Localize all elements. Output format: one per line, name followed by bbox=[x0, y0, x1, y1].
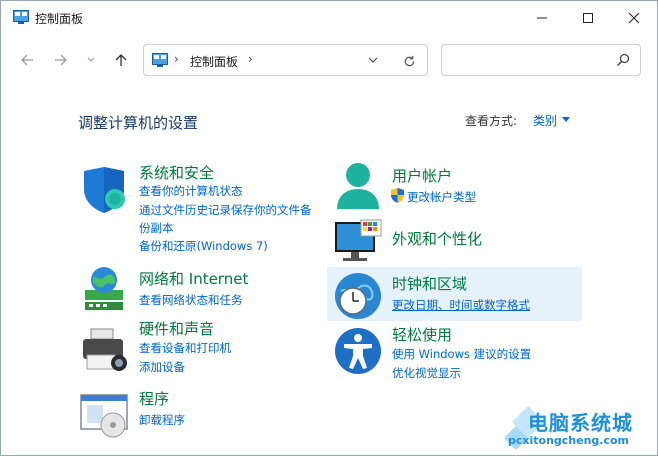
breadcrumb-control-panel[interactable]: 控制面板 bbox=[190, 53, 238, 70]
link-file-history-backup[interactable]: 通过文件历史记录保存你的文件备 bbox=[139, 202, 312, 218]
watermark-subtitle: pcxitongcheng.com bbox=[508, 434, 630, 447]
security-shield-icon[interactable] bbox=[79, 165, 129, 215]
link-add-device[interactable]: 添加设备 bbox=[139, 359, 185, 375]
recent-locations-button[interactable] bbox=[83, 48, 99, 72]
link-view-computer-status[interactable]: 查看你的计算机状态 bbox=[139, 183, 243, 199]
programs-icon[interactable] bbox=[79, 391, 129, 441]
chevron-down-icon bbox=[368, 57, 378, 63]
title-bar: 控制面板 bbox=[1, 1, 657, 35]
uac-shield-icon bbox=[391, 188, 404, 203]
clock-globe-icon[interactable] bbox=[333, 271, 383, 321]
link-windows-suggested-settings[interactable]: 使用 Windows 建议的设置 bbox=[392, 346, 531, 362]
category-hardware-sound[interactable]: 硬件和声音 bbox=[139, 318, 214, 339]
link-change-account-type[interactable]: 更改帐户类型 bbox=[407, 189, 476, 205]
forward-button[interactable] bbox=[49, 48, 73, 72]
view-by-label: 查看方式: bbox=[465, 114, 518, 128]
category-programs[interactable]: 程序 bbox=[139, 388, 169, 409]
link-backup-restore[interactable]: 备份和还原(Windows 7) bbox=[139, 238, 268, 254]
address-bar[interactable]: › 控制面板 › bbox=[143, 44, 428, 76]
control-panel-window: 控制面板 › 控制面板 › 调整计算机的设置 查看方式: 类别 系统和安全 查看… bbox=[0, 0, 658, 456]
category-clock-region[interactable]: 时钟和区域 bbox=[392, 273, 467, 294]
chevron-down-icon bbox=[87, 57, 95, 62]
caret-down-icon[interactable] bbox=[562, 117, 570, 122]
link-uninstall-program[interactable]: 卸载程序 bbox=[139, 412, 185, 428]
user-accounts-icon[interactable] bbox=[333, 161, 383, 211]
category-user-accounts[interactable]: 用户帐户 bbox=[392, 165, 452, 186]
link-file-history-backup-cont[interactable]: 份副本 bbox=[139, 220, 174, 236]
arrow-up-icon bbox=[115, 54, 127, 66]
navigation-bar: › 控制面板 › bbox=[1, 35, 657, 87]
accessibility-icon[interactable] bbox=[333, 326, 383, 376]
arrow-right-icon bbox=[55, 54, 67, 66]
category-ease-of-access[interactable]: 轻松使用 bbox=[392, 324, 452, 345]
refresh-icon bbox=[404, 55, 414, 66]
link-network-status[interactable]: 查看网络状态和任务 bbox=[139, 292, 243, 308]
up-button[interactable] bbox=[109, 48, 133, 72]
search-input[interactable] bbox=[441, 44, 641, 76]
breadcrumb-chevron-icon[interactable]: › bbox=[174, 52, 179, 66]
window-title: 控制面板 bbox=[35, 12, 84, 26]
control-panel-icon bbox=[152, 53, 168, 67]
view-by-dropdown[interactable]: 类别 bbox=[533, 112, 557, 129]
link-optimize-visual-display[interactable]: 优化视觉显示 bbox=[392, 365, 461, 381]
arrow-left-icon bbox=[21, 54, 33, 66]
maximize-icon bbox=[583, 13, 593, 23]
category-appearance[interactable]: 外观和个性化 bbox=[392, 228, 482, 249]
appearance-monitor-icon[interactable] bbox=[333, 218, 383, 268]
breadcrumb-chevron-icon[interactable]: › bbox=[248, 52, 253, 66]
category-network-internet[interactable]: 网络和 Internet bbox=[139, 268, 248, 289]
watermark-title: 电脑系统城 bbox=[528, 411, 633, 435]
search-icon bbox=[616, 53, 630, 67]
network-globe-icon[interactable] bbox=[79, 264, 129, 314]
close-button[interactable] bbox=[611, 1, 657, 35]
minimize-button[interactable] bbox=[519, 1, 565, 35]
category-system-security[interactable]: 系统和安全 bbox=[139, 162, 214, 183]
control-panel-app-icon bbox=[13, 10, 29, 24]
close-icon bbox=[628, 12, 640, 24]
page-heading: 调整计算机的设置 bbox=[78, 114, 199, 132]
refresh-button[interactable] bbox=[399, 51, 419, 71]
link-devices-printers[interactable]: 查看设备和打印机 bbox=[139, 340, 231, 356]
printer-icon[interactable] bbox=[79, 325, 129, 375]
address-dropdown-button[interactable] bbox=[364, 51, 382, 69]
minimize-icon bbox=[537, 17, 547, 19]
link-change-date-time-format[interactable]: 更改日期、时间或数字格式 bbox=[392, 297, 530, 313]
back-button[interactable] bbox=[15, 48, 39, 72]
maximize-button[interactable] bbox=[565, 1, 611, 35]
